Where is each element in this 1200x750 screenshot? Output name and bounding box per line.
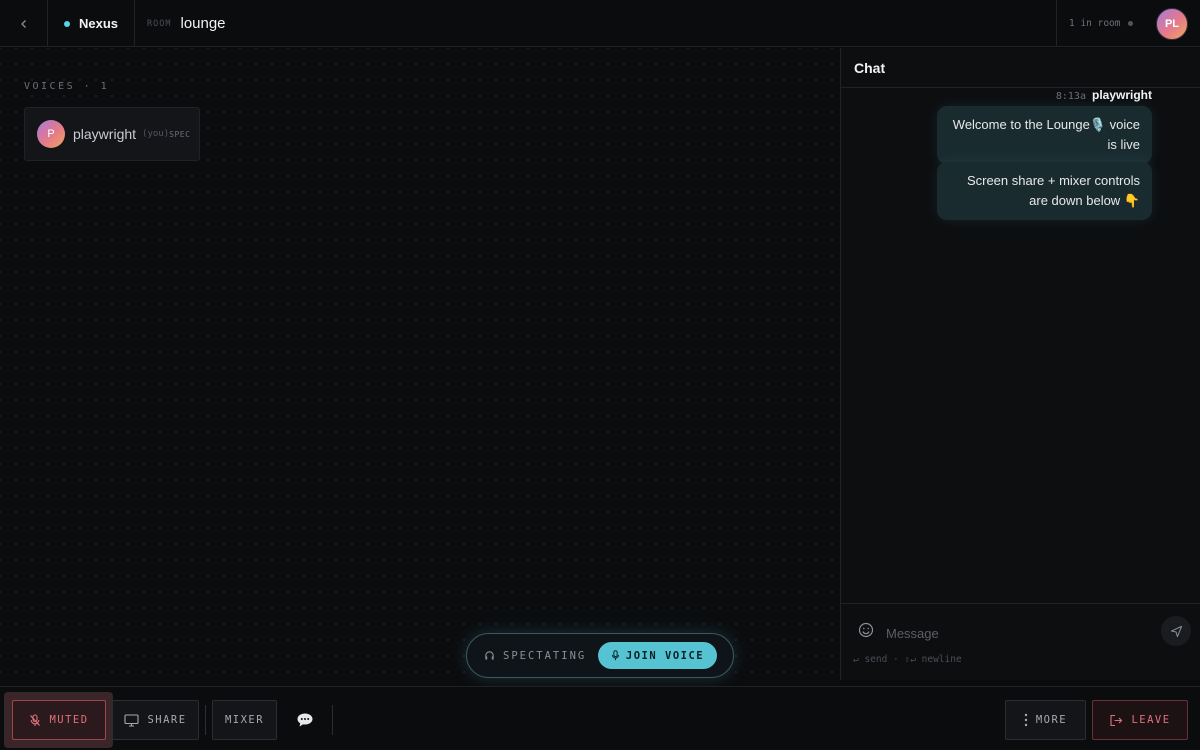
leave-button[interactable]: LEAVE [1092, 700, 1188, 740]
more-button[interactable]: MORE [1005, 700, 1086, 740]
message-meta: 8:13a playwright [1056, 88, 1152, 102]
microphone-icon [611, 650, 619, 661]
participant-avatar: P [37, 120, 65, 148]
chat-title: Chat [841, 48, 1200, 88]
spectating-indicator: SPECTATING [484, 650, 586, 662]
microphone-off-icon [30, 713, 41, 726]
exit-icon [1110, 714, 1123, 726]
kebab-menu-icon [1024, 713, 1028, 727]
emoji-icon[interactable] [857, 621, 875, 639]
participant-you-tag: (you) [142, 129, 170, 139]
send-button[interactable] [1161, 616, 1191, 646]
toolbar-divider [205, 705, 206, 735]
brand[interactable]: Nexus [48, 0, 135, 47]
muted-label: MUTED [49, 714, 89, 726]
mixer-button[interactable]: MIXER [212, 700, 277, 740]
message-input[interactable] [886, 622, 1146, 644]
send-icon [1170, 625, 1182, 637]
share-screen-button[interactable]: SHARE [112, 700, 199, 740]
presence-area: 1 in room PL [1056, 0, 1200, 47]
message-author: playwright [1091, 88, 1152, 102]
join-voice-button[interactable]: JOIN VOICE [598, 642, 717, 669]
chat-composer: ↵ send · ⇧↵ newline [841, 603, 1200, 680]
voice-mode-pill: SPECTATING JOIN VOICE [466, 633, 734, 678]
chat-panel: Chat 8:13a playwright Welcome to the Lou… [840, 48, 1200, 680]
voices-header: VOICES · 1 [24, 81, 110, 92]
voice-stage: VOICES · 1 P playwright (you) SPEC SPECT… [0, 48, 840, 686]
chat-bubble-icon [297, 713, 313, 727]
back-button[interactable] [0, 0, 48, 47]
room-indicator: ROOM lounge [147, 0, 226, 47]
chat-message: Screen share + mixer controls are down b… [937, 162, 1152, 220]
message-time: 8:13a [1055, 91, 1086, 102]
online-dot-icon [64, 20, 70, 27]
share-label: SHARE [147, 714, 187, 726]
more-label: MORE [1035, 714, 1068, 726]
leave-label: LEAVE [1131, 714, 1171, 726]
chevron-left-icon [20, 19, 26, 28]
in-room-count: 1 in room [1069, 18, 1121, 29]
participant-initial: P [47, 128, 55, 140]
headphones-icon [485, 651, 494, 660]
chat-toggle-button[interactable] [290, 700, 320, 740]
composer-hint: ↵ send · ⇧↵ newline [853, 654, 962, 665]
user-avatar[interactable]: PL [1156, 8, 1188, 40]
participant-status: SPEC [169, 129, 191, 139]
room-kicker: ROOM [147, 18, 172, 29]
spectating-label: SPECTATING [503, 649, 587, 662]
voice-participant-card[interactable]: P playwright (you) SPEC [24, 107, 200, 161]
brand-name: Nexus [79, 16, 119, 31]
avatar-initials: PL [1164, 18, 1180, 30]
mute-toggle-button[interactable]: MUTED [12, 700, 106, 740]
toolbar-divider [332, 705, 333, 735]
bottom-toolbar: MUTED SHARE MIXER MORE LEAVE [0, 686, 1200, 750]
monitor-icon [124, 713, 139, 727]
presence-dot-icon [1128, 21, 1134, 26]
join-voice-label: JOIN VOICE [625, 649, 705, 662]
mixer-label: MIXER [224, 714, 265, 726]
chat-message: Welcome to the Lounge🎙️ voice is live [937, 106, 1152, 164]
participant-name: playwright [73, 126, 137, 142]
room-name: lounge [180, 15, 226, 32]
top-bar: Nexus ROOM lounge 1 in room PL [0, 0, 1200, 47]
